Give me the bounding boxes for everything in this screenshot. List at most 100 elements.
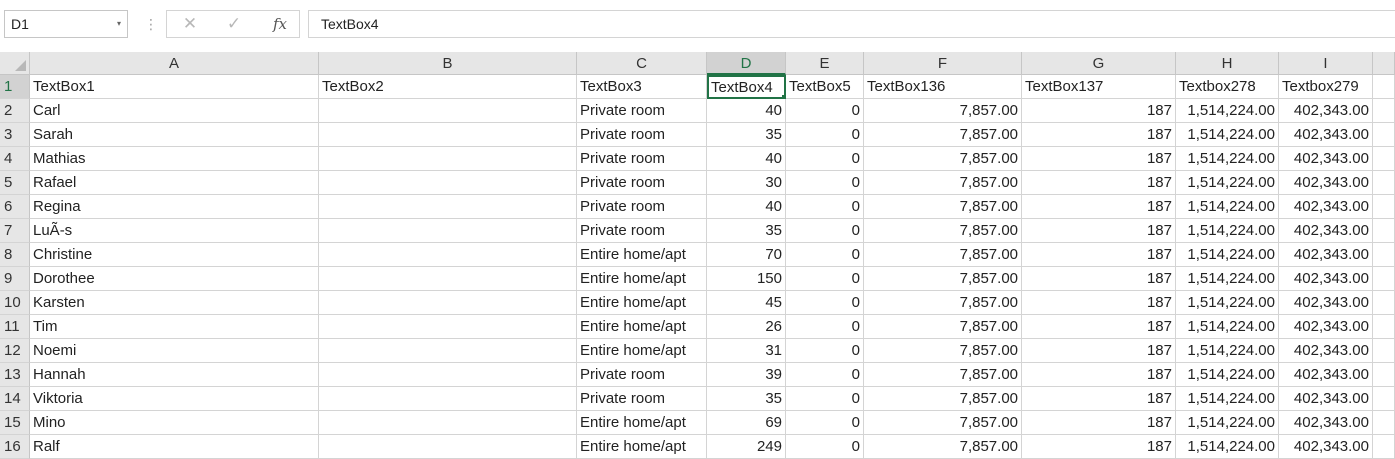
cell-e4[interactable]: 0	[786, 147, 864, 171]
column-header-g[interactable]: G	[1022, 52, 1176, 75]
cell-a8[interactable]: Christine	[30, 243, 319, 267]
cell-d8[interactable]: 70	[707, 243, 786, 267]
cell-g15[interactable]: 187	[1022, 411, 1176, 435]
cell-i8[interactable]: 402,343.00	[1279, 243, 1373, 267]
cell-next-column[interactable]	[1373, 291, 1395, 315]
cell-next-column[interactable]	[1373, 219, 1395, 243]
row-header-7[interactable]: 7	[0, 219, 30, 243]
cell-c15[interactable]: Entire home/apt	[577, 411, 707, 435]
cell-h16[interactable]: 1,514,224.00	[1176, 435, 1279, 459]
cell-d14[interactable]: 35	[707, 387, 786, 411]
cell-b3[interactable]	[319, 123, 577, 147]
cell-c1[interactable]: TextBox3	[577, 75, 707, 99]
cell-b5[interactable]	[319, 171, 577, 195]
formula-input[interactable]: TextBox4	[308, 10, 1395, 38]
cell-g11[interactable]: 187	[1022, 315, 1176, 339]
cell-c14[interactable]: Private room	[577, 387, 707, 411]
cell-c11[interactable]: Entire home/apt	[577, 315, 707, 339]
row-header-11[interactable]: 11	[0, 315, 30, 339]
row-header-8[interactable]: 8	[0, 243, 30, 267]
cell-e11[interactable]: 0	[786, 315, 864, 339]
cell-e8[interactable]: 0	[786, 243, 864, 267]
cell-next-column[interactable]	[1373, 339, 1395, 363]
cell-b14[interactable]	[319, 387, 577, 411]
cell-i3[interactable]: 402,343.00	[1279, 123, 1373, 147]
cell-i9[interactable]: 402,343.00	[1279, 267, 1373, 291]
select-all-button[interactable]	[0, 52, 30, 75]
cell-g14[interactable]: 187	[1022, 387, 1176, 411]
cell-b13[interactable]	[319, 363, 577, 387]
cell-a14[interactable]: Viktoria	[30, 387, 319, 411]
enter-icon[interactable]: ✓	[219, 11, 249, 37]
cell-f10[interactable]: 7,857.00	[864, 291, 1022, 315]
cell-f4[interactable]: 7,857.00	[864, 147, 1022, 171]
column-header-b[interactable]: B	[319, 52, 577, 75]
cell-d7[interactable]: 35	[707, 219, 786, 243]
cell-f1[interactable]: TextBox136	[864, 75, 1022, 99]
cell-d12[interactable]: 31	[707, 339, 786, 363]
cell-h9[interactable]: 1,514,224.00	[1176, 267, 1279, 291]
cell-g5[interactable]: 187	[1022, 171, 1176, 195]
cell-h3[interactable]: 1,514,224.00	[1176, 123, 1279, 147]
cell-f5[interactable]: 7,857.00	[864, 171, 1022, 195]
cell-h11[interactable]: 1,514,224.00	[1176, 315, 1279, 339]
column-header-f[interactable]: F	[864, 52, 1022, 75]
cell-next-column[interactable]	[1373, 123, 1395, 147]
cell-b11[interactable]	[319, 315, 577, 339]
cell-next-column[interactable]	[1373, 243, 1395, 267]
cell-d10[interactable]: 45	[707, 291, 786, 315]
cell-c7[interactable]: Private room	[577, 219, 707, 243]
cell-e5[interactable]: 0	[786, 171, 864, 195]
cell-f7[interactable]: 7,857.00	[864, 219, 1022, 243]
cell-a2[interactable]: Carl	[30, 99, 319, 123]
cell-a9[interactable]: Dorothee	[30, 267, 319, 291]
cell-a11[interactable]: Tim	[30, 315, 319, 339]
cell-next-column[interactable]	[1373, 363, 1395, 387]
cell-d1[interactable]: TextBox4	[707, 75, 786, 99]
row-header-2[interactable]: 2	[0, 99, 30, 123]
cell-g8[interactable]: 187	[1022, 243, 1176, 267]
cell-e12[interactable]: 0	[786, 339, 864, 363]
cell-a15[interactable]: Mino	[30, 411, 319, 435]
cell-i2[interactable]: 402,343.00	[1279, 99, 1373, 123]
name-box[interactable]: D1 ▾	[4, 10, 128, 38]
row-header-1[interactable]: 1	[0, 75, 30, 99]
cell-h14[interactable]: 1,514,224.00	[1176, 387, 1279, 411]
cell-d2[interactable]: 40	[707, 99, 786, 123]
cell-next-column[interactable]	[1373, 387, 1395, 411]
cell-d16[interactable]: 249	[707, 435, 786, 459]
cell-e9[interactable]: 0	[786, 267, 864, 291]
cell-b16[interactable]	[319, 435, 577, 459]
cell-b7[interactable]	[319, 219, 577, 243]
cell-a7[interactable]: LuÃ-s	[30, 219, 319, 243]
column-header-e[interactable]: E	[786, 52, 864, 75]
cell-i11[interactable]: 402,343.00	[1279, 315, 1373, 339]
cell-i16[interactable]: 402,343.00	[1279, 435, 1373, 459]
cell-i5[interactable]: 402,343.00	[1279, 171, 1373, 195]
cell-d6[interactable]: 40	[707, 195, 786, 219]
cell-h8[interactable]: 1,514,224.00	[1176, 243, 1279, 267]
cell-next-column[interactable]	[1373, 411, 1395, 435]
cell-c12[interactable]: Entire home/apt	[577, 339, 707, 363]
cell-a6[interactable]: Regina	[30, 195, 319, 219]
cell-a10[interactable]: Karsten	[30, 291, 319, 315]
column-header-h[interactable]: H	[1176, 52, 1279, 75]
cell-h1[interactable]: Textbox278	[1176, 75, 1279, 99]
column-header-d[interactable]: D	[707, 52, 786, 75]
cell-a12[interactable]: Noemi	[30, 339, 319, 363]
column-header-i[interactable]: I	[1279, 52, 1373, 75]
cell-b1[interactable]: TextBox2	[319, 75, 577, 99]
cell-i13[interactable]: 402,343.00	[1279, 363, 1373, 387]
row-header-3[interactable]: 3	[0, 123, 30, 147]
cell-f16[interactable]: 7,857.00	[864, 435, 1022, 459]
cell-f6[interactable]: 7,857.00	[864, 195, 1022, 219]
cell-e14[interactable]: 0	[786, 387, 864, 411]
column-header-next[interactable]	[1373, 52, 1395, 75]
cell-g12[interactable]: 187	[1022, 339, 1176, 363]
cell-h10[interactable]: 1,514,224.00	[1176, 291, 1279, 315]
row-header-5[interactable]: 5	[0, 171, 30, 195]
row-header-10[interactable]: 10	[0, 291, 30, 315]
cell-a5[interactable]: Rafael	[30, 171, 319, 195]
cell-h2[interactable]: 1,514,224.00	[1176, 99, 1279, 123]
cell-b4[interactable]	[319, 147, 577, 171]
